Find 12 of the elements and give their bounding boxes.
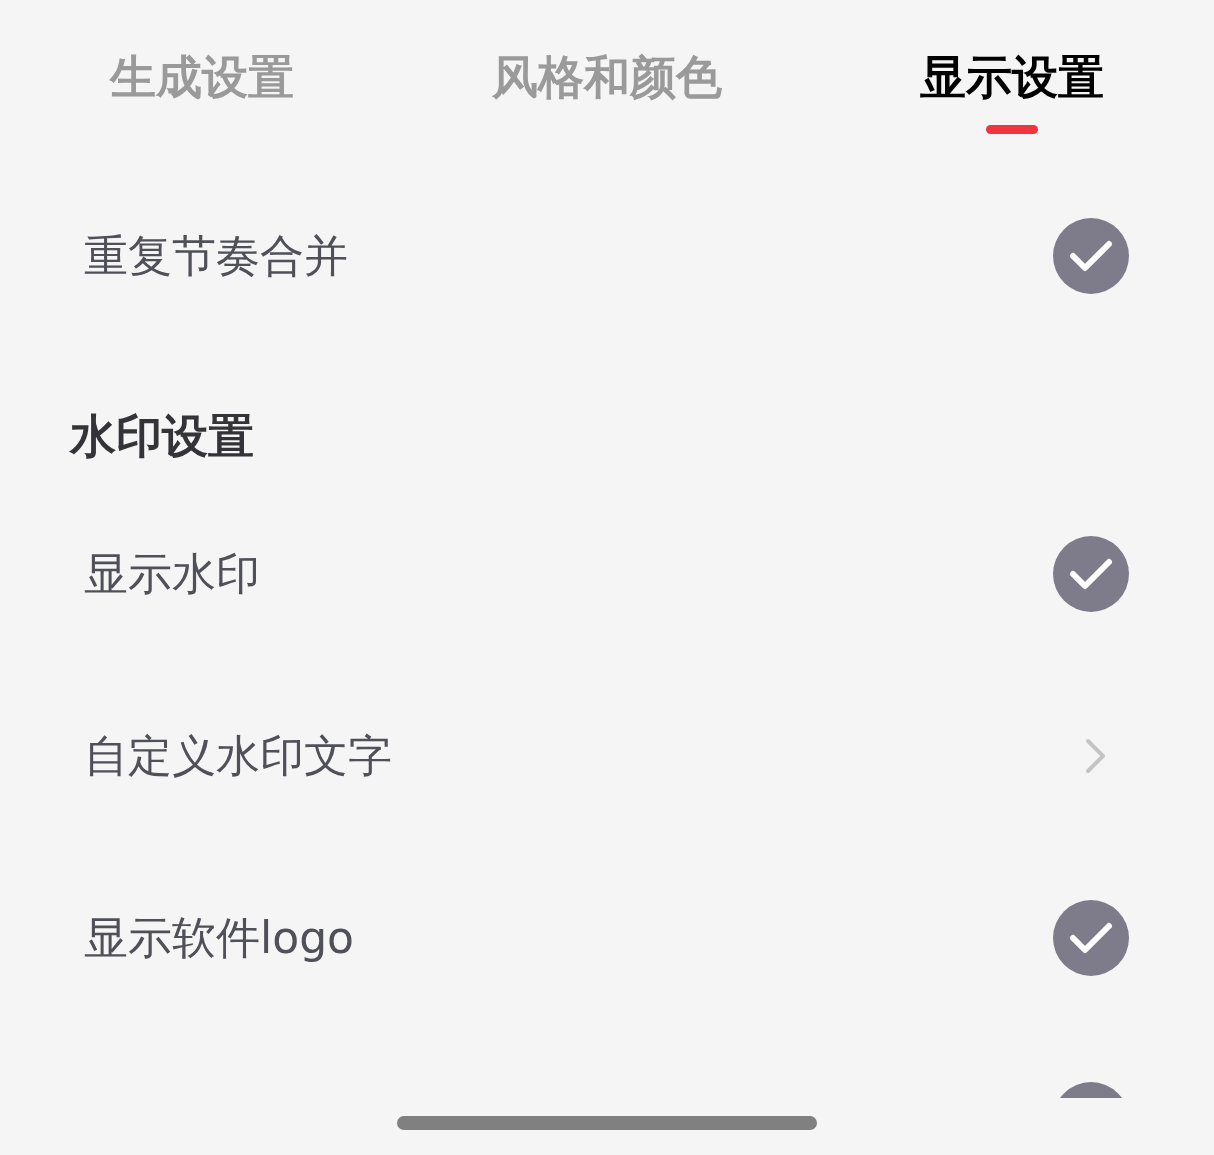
setting-label: 显示水印 [84, 552, 260, 596]
setting-label: 自定义水印文字 [84, 734, 392, 778]
checkmark-icon [1068, 238, 1114, 274]
checkmark-icon [1068, 556, 1114, 592]
tab[interactable]: 生成设置 [110, 54, 295, 100]
section-title: 水印设置 [70, 409, 254, 463]
setting-label: 显示软件logo [84, 916, 354, 960]
tab[interactable]: 显示设置 [919, 54, 1104, 100]
tab[interactable]: 风格和颜色 [492, 54, 722, 100]
tab-indicator [985, 125, 1038, 134]
setting-label: 重复节奏合并 [84, 234, 348, 278]
checkmark-icon [1068, 920, 1114, 956]
